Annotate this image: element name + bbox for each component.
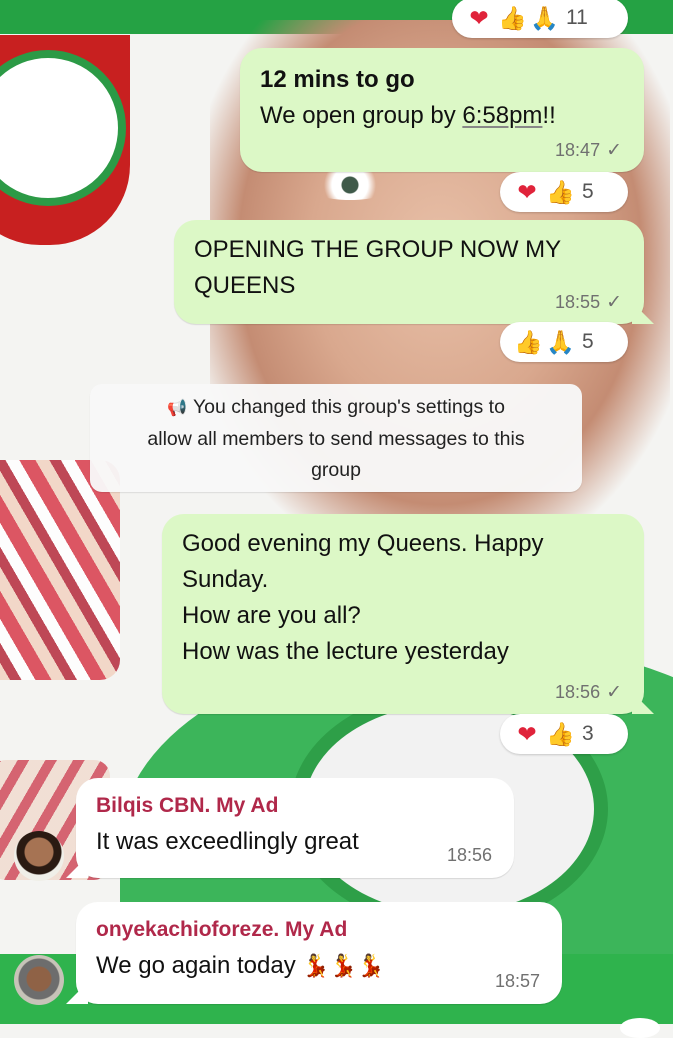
- thumbs-up-emoji-icon: 👍: [514, 328, 543, 355]
- thumbs-up-emoji-icon: 👍: [498, 4, 527, 31]
- reaction-bar[interactable]: ❤ 👍 3: [500, 714, 628, 754]
- reaction-count: 5: [582, 180, 594, 203]
- heart-emoji-icon: ❤: [517, 720, 537, 747]
- message-time: 18:55: [555, 292, 601, 312]
- wallpaper-eye: [305, 170, 395, 200]
- message-text: We go again today 💃💃💃: [96, 952, 385, 979]
- message-text: Good evening my Queens. Happy: [182, 530, 544, 557]
- message-meta: 18:55 ✓: [555, 291, 622, 314]
- thumbs-up-emoji-icon: 👍: [546, 178, 575, 205]
- sender-avatar[interactable]: [14, 831, 64, 881]
- heart-emoji-icon: ❤: [517, 178, 537, 205]
- message-text: Sunday.: [182, 566, 269, 593]
- message-meta: 18:47 ✓: [555, 139, 622, 162]
- message-text: 12 mins to go: [260, 66, 415, 93]
- message-time: 18:56: [555, 682, 601, 702]
- reaction-count: 5: [582, 330, 594, 353]
- wallpaper-makeup-art: [0, 460, 120, 680]
- pray-emoji-icon: 🙏: [530, 4, 559, 31]
- incoming-message[interactable]: onyekachioforeze. My Ad We go again toda…: [66, 902, 562, 1004]
- reaction-bar[interactable]: ❤ 👍 5: [500, 172, 628, 212]
- sender-name[interactable]: Bilqis CBN. My Ad: [96, 792, 359, 820]
- message-text: How was the lecture yesterday: [182, 638, 509, 665]
- pray-emoji-icon: 🙏: [546, 328, 575, 355]
- incoming-message[interactable]: Bilqis CBN. My Ad It was exceedlingly gr…: [66, 778, 514, 878]
- system-notice: 📢 You changed this group's settings to al…: [90, 384, 582, 492]
- system-notice-line: group: [311, 459, 361, 481]
- single-check-icon: ✓: [606, 682, 622, 703]
- message-meta: 18:56: [447, 845, 492, 866]
- outgoing-message[interactable]: 12 mins to go We open group by 6:58pm!! …: [240, 48, 644, 172]
- message-time: 18:57: [494, 971, 540, 991]
- megaphone-icon: 📢: [167, 400, 187, 417]
- time-link[interactable]: 6:58pm: [462, 102, 542, 129]
- system-notice-line: allow all members to send messages to th…: [147, 428, 525, 450]
- reaction-bar-top[interactable]: ❤ 👍 🙏 11: [452, 0, 628, 38]
- single-check-icon: ✓: [606, 140, 622, 161]
- message-text: OPENING THE GROUP NOW MY: [194, 236, 562, 263]
- sender-avatar[interactable]: [14, 955, 64, 1005]
- thumbs-up-emoji-icon: 👍: [546, 720, 575, 747]
- heart-emoji-icon: ❤: [469, 4, 489, 31]
- message-text: It was exceedlingly great: [96, 828, 359, 855]
- system-notice-line: 📢 You changed this group's settings to: [167, 396, 505, 418]
- message-meta: 18:57: [495, 971, 540, 992]
- message-meta: 18:56 ✓: [555, 681, 622, 704]
- outgoing-message[interactable]: Good evening my Queens. Happy Sunday. Ho…: [162, 514, 654, 714]
- reaction-bar[interactable]: 👍 🙏 5: [500, 322, 628, 362]
- reaction-count: 3: [582, 722, 594, 745]
- message-time: 18:56: [446, 845, 492, 865]
- reaction-count: 11: [566, 6, 588, 29]
- dancer-emoji-icon: 💃💃💃: [302, 953, 385, 978]
- message-time: 18:47: [555, 140, 601, 160]
- next-bubble-glimpse: [620, 1018, 660, 1038]
- message-text: QUEENS: [194, 272, 296, 299]
- message-text: We open group by 6:58pm!!: [260, 102, 556, 129]
- sender-name[interactable]: onyekachioforeze. My Ad: [96, 916, 385, 944]
- message-text: How are you all?: [182, 602, 361, 629]
- single-check-icon: ✓: [606, 292, 622, 313]
- outgoing-message[interactable]: OPENING THE GROUP NOW MY QUEENS 18:55 ✓: [174, 220, 654, 324]
